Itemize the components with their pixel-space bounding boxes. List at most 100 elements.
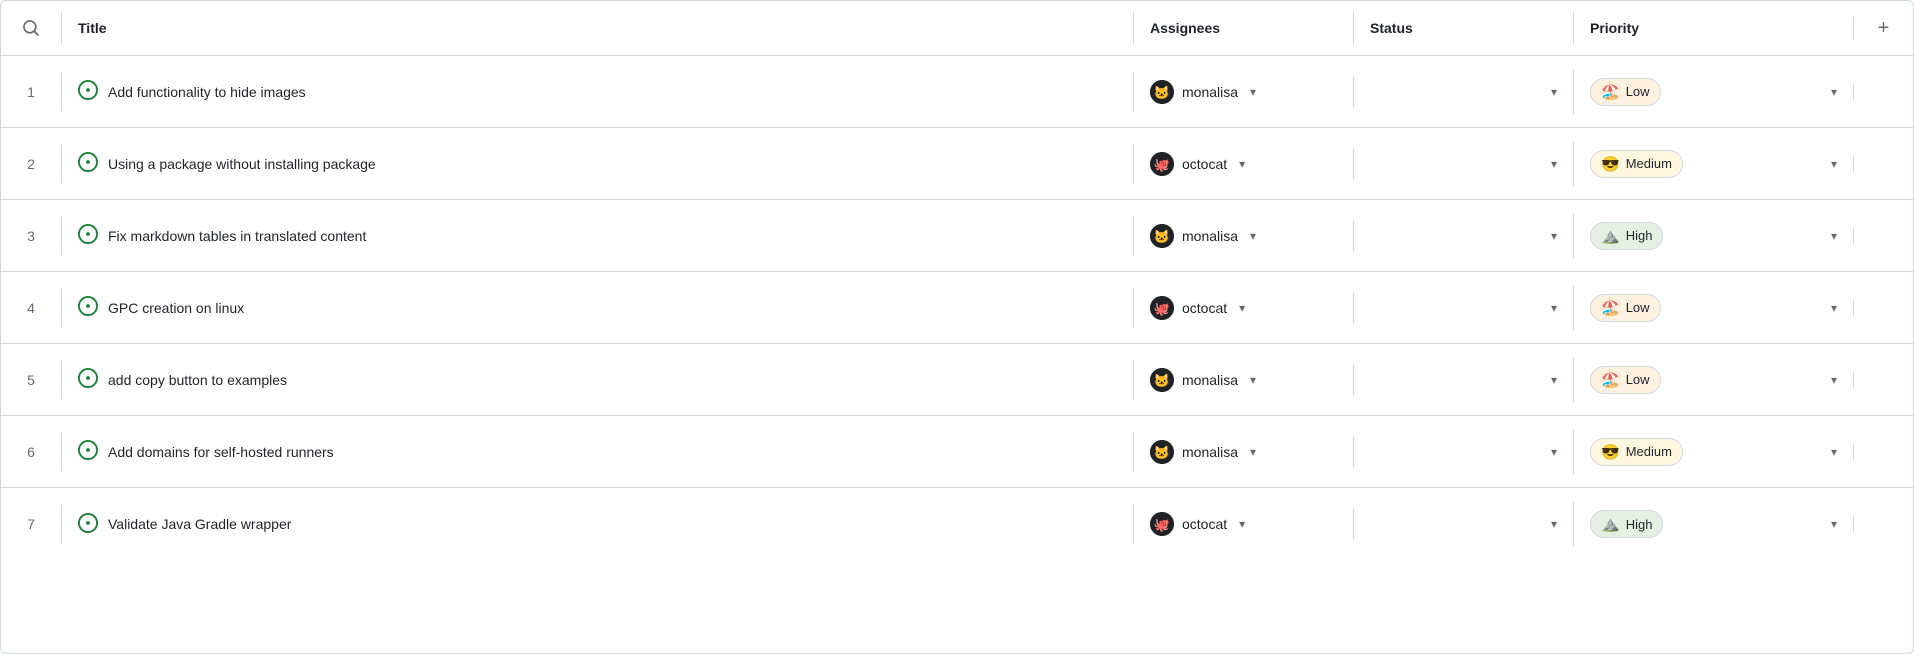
status-dropdown-chevron[interactable]: ▾ <box>1551 157 1557 171</box>
assignee-name: octocat <box>1182 300 1227 316</box>
issue-title: Fix markdown tables in translated conten… <box>108 228 366 244</box>
row-actions <box>1853 156 1913 172</box>
priority-badge[interactable]: 😎 Medium <box>1590 438 1683 466</box>
row-status[interactable]: ▾ <box>1353 365 1573 395</box>
row-priority[interactable]: ⛰️ High ▾ <box>1573 502 1853 546</box>
priority-dropdown-chevron[interactable]: ▾ <box>1831 301 1837 315</box>
row-assignee[interactable]: 🐙 octocat ▾ <box>1133 288 1353 328</box>
row-status[interactable]: ▾ <box>1353 293 1573 323</box>
priority-dropdown-chevron[interactable]: ▾ <box>1831 445 1837 459</box>
row-status[interactable]: ▾ <box>1353 149 1573 179</box>
priority-label: High <box>1626 517 1653 532</box>
priority-emoji: 🏖️ <box>1601 371 1620 389</box>
priority-emoji: 🏖️ <box>1601 299 1620 317</box>
priority-badge[interactable]: ⛰️ High <box>1590 222 1663 250</box>
table-row: 4 GPC creation on linux 🐙 octocat ▾ ▾ 🏖️… <box>1 272 1913 344</box>
avatar: 🐙 <box>1150 152 1174 176</box>
assignee-dropdown-chevron[interactable]: ▾ <box>1239 157 1245 171</box>
assignee-name: monalisa <box>1182 444 1238 460</box>
status-dropdown-chevron[interactable]: ▾ <box>1551 301 1557 315</box>
priority-label: Low <box>1626 372 1650 387</box>
status-dropdown-chevron[interactable]: ▾ <box>1551 85 1557 99</box>
status-dropdown-chevron[interactable]: ▾ <box>1551 445 1557 459</box>
svg-text:🐙: 🐙 <box>1154 301 1170 317</box>
priority-badge[interactable]: 😎 Medium <box>1590 150 1683 178</box>
row-number: 1 <box>1 76 61 108</box>
priority-dropdown-chevron[interactable]: ▾ <box>1831 373 1837 387</box>
table-row: 3 Fix markdown tables in translated cont… <box>1 200 1913 272</box>
table-row: 5 add copy button to examples 🐱 monalisa… <box>1 344 1913 416</box>
row-priority[interactable]: 🏖️ Low ▾ <box>1573 286 1853 330</box>
avatar: 🐱 <box>1150 368 1174 392</box>
svg-text:🐱: 🐱 <box>1154 373 1170 388</box>
row-title: GPC creation on linux <box>61 288 1133 327</box>
assignee-dropdown-chevron[interactable]: ▾ <box>1250 85 1256 99</box>
svg-text:🐙: 🐙 <box>1154 517 1170 533</box>
row-status[interactable]: ▾ <box>1353 437 1573 467</box>
row-priority[interactable]: 😎 Medium ▾ <box>1573 142 1853 186</box>
search-button[interactable] <box>1 11 61 45</box>
row-title: Validate Java Gradle wrapper <box>61 505 1133 544</box>
assignee-dropdown-chevron[interactable]: ▾ <box>1250 373 1256 387</box>
priority-dropdown-chevron[interactable]: ▾ <box>1831 517 1837 531</box>
row-number: 3 <box>1 220 61 252</box>
assignee-dropdown-chevron[interactable]: ▾ <box>1239 301 1245 315</box>
issue-title: Validate Java Gradle wrapper <box>108 516 291 532</box>
row-assignee[interactable]: 🐱 monalisa ▾ <box>1133 216 1353 256</box>
row-priority[interactable]: 😎 Medium ▾ <box>1573 430 1853 474</box>
svg-text:🐱: 🐱 <box>1154 445 1170 460</box>
table-row: 7 Validate Java Gradle wrapper 🐙 octocat… <box>1 488 1913 560</box>
row-priority[interactable]: 🏖️ Low ▾ <box>1573 70 1853 114</box>
row-assignee[interactable]: 🐙 octocat ▾ <box>1133 144 1353 184</box>
row-assignee[interactable]: 🐱 monalisa ▾ <box>1133 360 1353 400</box>
row-assignee[interactable]: 🐱 monalisa ▾ <box>1133 72 1353 112</box>
row-actions <box>1853 84 1913 100</box>
priority-dropdown-chevron[interactable]: ▾ <box>1831 157 1837 171</box>
priority-badge[interactable]: 🏖️ Low <box>1590 78 1661 106</box>
priority-emoji: ⛰️ <box>1601 227 1620 245</box>
avatar: 🐱 <box>1150 440 1174 464</box>
assignee-name: monalisa <box>1182 372 1238 388</box>
row-status[interactable]: ▾ <box>1353 221 1573 251</box>
priority-label: Low <box>1626 300 1650 315</box>
priority-badge[interactable]: ⛰️ High <box>1590 510 1663 538</box>
table-body: 1 Add functionality to hide images 🐱 mon… <box>1 56 1913 560</box>
priority-badge[interactable]: 🏖️ Low <box>1590 366 1661 394</box>
issue-open-icon <box>78 368 98 391</box>
add-field-button[interactable]: + <box>1853 17 1913 40</box>
assignee-dropdown-chevron[interactable]: ▾ <box>1250 445 1256 459</box>
row-assignee[interactable]: 🐱 monalisa ▾ <box>1133 432 1353 472</box>
priority-dropdown-chevron[interactable]: ▾ <box>1831 85 1837 99</box>
assignee-name: octocat <box>1182 516 1227 532</box>
row-status[interactable]: ▾ <box>1353 77 1573 107</box>
issue-title: Add domains for self-hosted runners <box>108 444 334 460</box>
issue-title: add copy button to examples <box>108 372 287 388</box>
row-priority[interactable]: ⛰️ High ▾ <box>1573 214 1853 258</box>
assignee-dropdown-chevron[interactable]: ▾ <box>1239 517 1245 531</box>
issue-open-icon <box>78 224 98 247</box>
row-actions <box>1853 228 1913 244</box>
status-dropdown-chevron[interactable]: ▾ <box>1551 373 1557 387</box>
avatar: 🐙 <box>1150 296 1174 320</box>
assignee-name: octocat <box>1182 156 1227 172</box>
priority-badge[interactable]: 🏖️ Low <box>1590 294 1661 322</box>
row-status[interactable]: ▾ <box>1353 509 1573 539</box>
assignee-dropdown-chevron[interactable]: ▾ <box>1250 229 1256 243</box>
row-title: Fix markdown tables in translated conten… <box>61 216 1133 255</box>
status-dropdown-chevron[interactable]: ▾ <box>1551 229 1557 243</box>
row-priority[interactable]: 🏖️ Low ▾ <box>1573 358 1853 402</box>
table-row: 2 Using a package without installing pac… <box>1 128 1913 200</box>
priority-column-header: Priority <box>1573 12 1853 44</box>
table-row: 1 Add functionality to hide images 🐱 mon… <box>1 56 1913 128</box>
priority-dropdown-chevron[interactable]: ▾ <box>1831 229 1837 243</box>
avatar: 🐱 <box>1150 80 1174 104</box>
avatar: 🐱 <box>1150 224 1174 248</box>
row-actions <box>1853 372 1913 388</box>
title-column-header: Title <box>61 12 1133 44</box>
priority-emoji: ⛰️ <box>1601 515 1620 533</box>
row-assignee[interactable]: 🐙 octocat ▾ <box>1133 504 1353 544</box>
assignee-name: monalisa <box>1182 84 1238 100</box>
status-dropdown-chevron[interactable]: ▾ <box>1551 517 1557 531</box>
row-actions <box>1853 444 1913 460</box>
row-number: 5 <box>1 364 61 396</box>
